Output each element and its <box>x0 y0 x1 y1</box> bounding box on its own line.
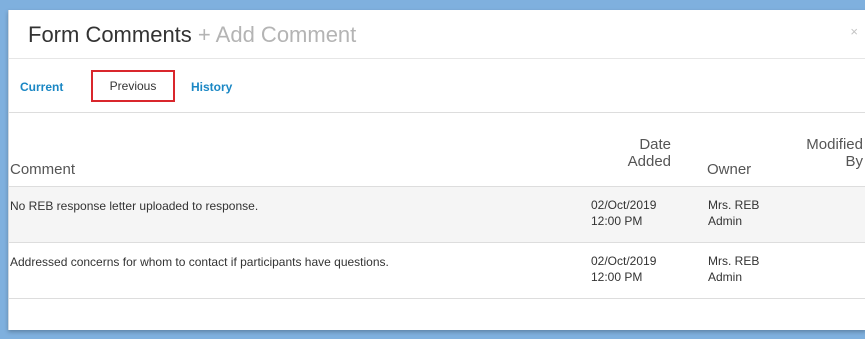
owner-line1: Mrs. REB <box>708 198 760 212</box>
tab-previous[interactable]: Previous <box>91 70 175 102</box>
owner-line2: Admin <box>708 214 743 228</box>
date-added: 02/Oct/2019 12:00 PM <box>591 253 656 285</box>
table-row: Addressed concerns for whom to contact i… <box>9 243 865 299</box>
comment-text: Addressed concerns for whom to contact i… <box>10 255 389 269</box>
dialog-title: Form Comments + Add Comment <box>28 22 356 48</box>
column-header-comment: Comment <box>10 161 76 178</box>
comments-table-header: Comment Date Added Owner Modified By <box>9 128 865 187</box>
column-header-date-line2: Added <box>627 153 671 170</box>
comment-text: No REB response letter uploaded to respo… <box>10 199 259 213</box>
tab-history[interactable]: History <box>191 80 232 94</box>
date-added: 02/Oct/2019 12:00 PM <box>591 197 656 229</box>
column-header-modified-line2: By <box>845 153 863 170</box>
form-comments-dialog: Form Comments + Add Comment × Current Pr… <box>8 10 865 330</box>
owner-line1: Mrs. REB <box>708 254 760 268</box>
column-header-date-line1: Date <box>639 136 671 153</box>
table-row: No REB response letter uploaded to respo… <box>9 187 865 243</box>
column-header-date-added: Date Added <box>605 136 671 170</box>
time-value: 12:00 PM <box>591 270 643 284</box>
tab-current[interactable]: Current <box>20 80 63 94</box>
owner: Mrs. REB Admin <box>708 253 759 285</box>
date-value: 02/Oct/2019 <box>591 198 657 212</box>
column-header-modified-line1: Modified <box>806 136 863 153</box>
dialog-title-text: Form Comments <box>28 22 192 47</box>
dialog-header: Form Comments + Add Comment × <box>9 10 865 59</box>
add-comment-link[interactable]: + Add Comment <box>198 22 356 47</box>
column-header-owner: Owner <box>707 161 752 178</box>
time-value: 12:00 PM <box>591 214 643 228</box>
close-icon[interactable]: × <box>850 24 858 39</box>
column-header-modified-by: Modified By <box>793 136 863 170</box>
comment-tabs: Current Previous History <box>9 68 865 113</box>
owner-line2: Admin <box>708 270 743 284</box>
owner: Mrs. REB Admin <box>708 197 759 229</box>
date-value: 02/Oct/2019 <box>591 254 657 268</box>
